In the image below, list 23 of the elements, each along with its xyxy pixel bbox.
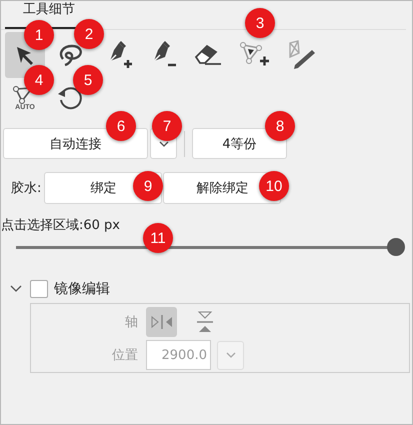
axis-label: 轴	[124, 314, 138, 331]
number-callout-tooltip: 4	[24, 65, 54, 95]
number-callout-tooltip: 7	[152, 111, 182, 141]
chevron-down-icon	[158, 140, 168, 146]
eraser-icon	[193, 42, 223, 68]
number-callout-tooltip: 10	[259, 171, 289, 201]
horizontal-mirror-icon	[196, 310, 214, 334]
click-area-label: 点击选择区域:60 px	[1, 217, 121, 234]
vertical-mirror-icon	[150, 314, 174, 330]
number-callout-tooltip: 2	[74, 19, 104, 49]
chevron-down-icon	[226, 352, 236, 358]
number-callout-tooltip: 5	[73, 65, 103, 95]
number-callout-tooltip: 11	[143, 223, 173, 253]
number-callout-tooltip: 6	[106, 111, 136, 141]
position-label: 位置	[111, 347, 138, 364]
glue-label: 胶水:	[11, 180, 42, 197]
lasso-icon	[57, 43, 85, 67]
number-callout-tooltip: 3	[245, 8, 275, 38]
slider-thumb[interactable]	[387, 238, 405, 256]
number-callout-tooltip: 8	[265, 111, 295, 141]
mirror-title: 镜像编辑	[54, 280, 110, 298]
number-callout-tooltip: 1	[24, 20, 54, 50]
arrow-icon	[14, 44, 36, 66]
